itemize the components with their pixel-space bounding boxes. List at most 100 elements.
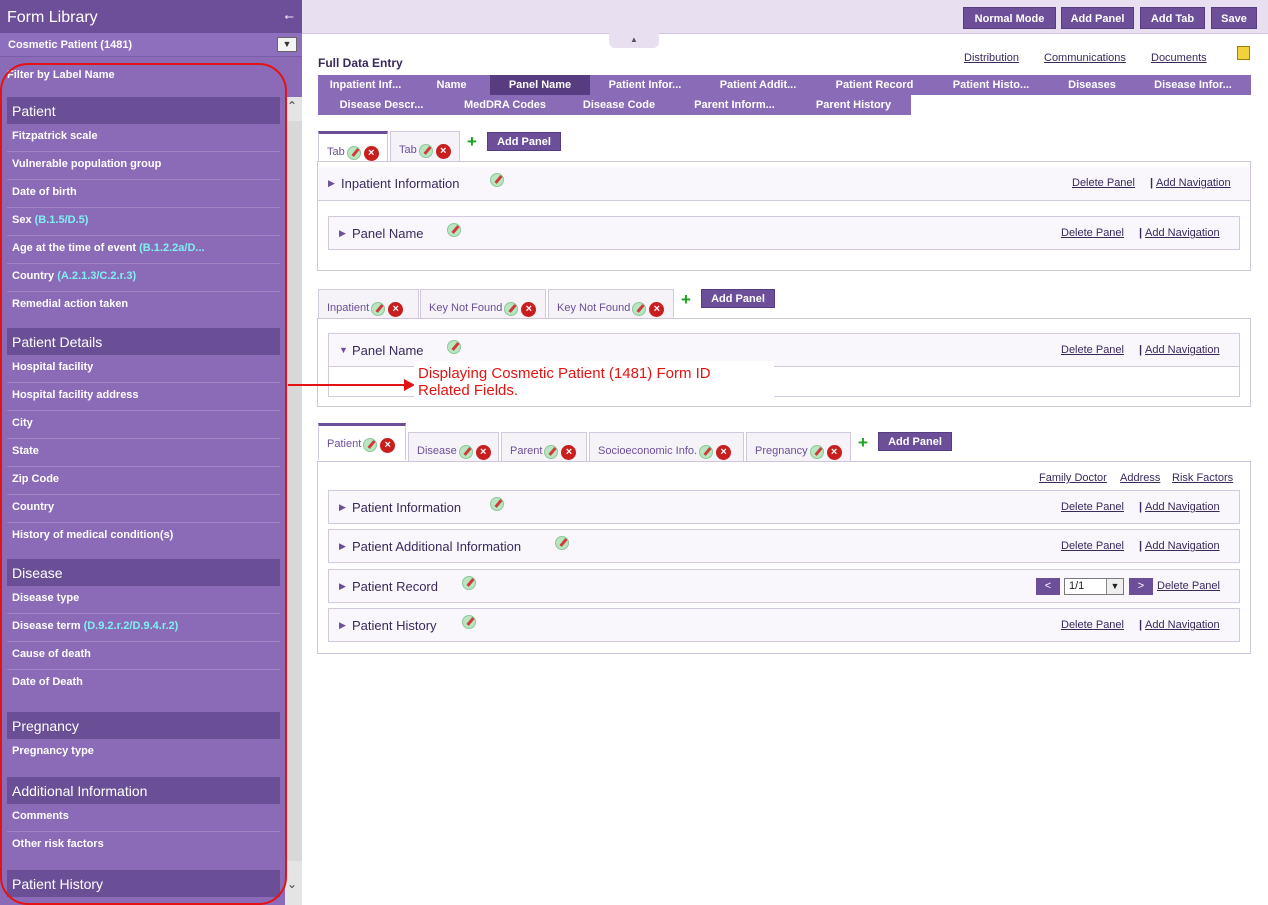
field-item[interactable]: State [7,439,280,467]
field-item[interactable]: Hospital facility [7,355,280,383]
address-link[interactable]: Address [1120,472,1160,484]
edit-icon[interactable] [504,302,519,316]
add-panel-button[interactable]: Add Panel [487,132,561,151]
scroll-up-icon[interactable]: ⌃ [287,99,297,113]
collapse-sidebar-icon[interactable]: ⭠ [284,9,294,24]
edit-icon[interactable] [371,302,386,316]
add-tab-button[interactable]: Add Tab [1140,7,1205,29]
add-navigation-link[interactable]: Add Navigation [1145,619,1220,631]
edit-icon[interactable] [346,146,361,160]
panel-header[interactable]: ▶ Patient Information Delete Panel | Add… [328,490,1240,524]
panel-header[interactable]: ▶ Patient History Delete Panel | Add Nav… [328,608,1240,642]
edit-icon[interactable] [544,445,559,459]
expand-arrow-icon[interactable]: ▶ [339,581,346,592]
close-icon[interactable]: × [435,144,451,159]
page-select[interactable]: 1/1 ▼ [1064,578,1124,595]
edit-icon[interactable] [447,223,461,237]
tab-item[interactable]: Parent × [501,432,587,462]
documents-link[interactable]: Documents [1151,52,1207,64]
delete-panel-link[interactable]: Delete Panel [1061,501,1124,513]
tab-item[interactable]: Pregnancy × [746,432,851,462]
close-icon[interactable]: × [521,302,537,317]
edit-icon[interactable] [490,173,504,187]
risk-factors-link[interactable]: Risk Factors [1172,472,1233,484]
breadcrumb-item[interactable]: Patient Histo... [933,75,1049,95]
close-icon[interactable]: × [388,302,404,317]
field-item[interactable]: Remedial action taken [7,292,280,320]
field-item[interactable]: Zip Code [7,467,280,495]
prev-page-button[interactable]: < [1036,578,1060,595]
tab-item[interactable]: Tab × [390,131,460,161]
tab-item[interactable]: Disease × [408,432,499,462]
close-icon[interactable]: × [826,445,842,460]
close-icon[interactable]: × [716,445,732,460]
edit-icon[interactable] [809,445,824,459]
edit-icon[interactable] [418,144,433,158]
collapse-arrow-icon[interactable]: ▼ [339,345,348,355]
breadcrumb-item[interactable]: MedDRA Codes [445,95,565,115]
scroll-down-icon[interactable]: ⌄ [287,877,297,891]
expand-arrow-icon[interactable]: ▶ [339,620,346,631]
field-item[interactable]: Pregnancy type [7,739,280,767]
breadcrumb-item[interactable]: Name [413,75,490,95]
field-item[interactable]: Other risk factors [7,832,280,860]
scrollbar-track[interactable] [285,121,302,861]
field-item[interactable]: Disease type [7,586,280,614]
sidebar-scrollbar[interactable]: ⌃ ⌄ [285,97,302,905]
collapse-header-icon[interactable]: ▲ [609,33,659,48]
expand-arrow-icon[interactable]: ▶ [328,178,335,189]
filter-area[interactable]: Filter by Label Name [0,57,302,93]
close-icon[interactable]: × [561,445,577,460]
breadcrumb-item[interactable]: Disease Code [565,95,673,115]
normal-mode-button[interactable]: Normal Mode [963,7,1056,29]
tab-item[interactable]: Patient × [318,423,406,460]
clipboard-icon[interactable] [1237,46,1250,60]
field-item[interactable]: Date of birth [7,180,280,208]
breadcrumb-item[interactable]: Inpatient Inf... [318,75,413,95]
field-item[interactable]: Disease term (D.9.2.r.2/D.9.4.r.2) [7,614,280,642]
delete-panel-link[interactable]: Delete Panel [1072,177,1135,189]
add-tab-plus-icon[interactable]: + [467,132,477,152]
edit-icon[interactable] [363,438,378,452]
expand-arrow-icon[interactable]: ▶ [339,228,346,239]
field-item[interactable]: Hospital facility address [7,383,280,411]
field-item[interactable]: Country (A.2.1.3/C.2.r.3) [7,264,280,292]
field-item[interactable]: Age at the time of event (B.1.2.2a/D... [7,236,280,264]
breadcrumb-item[interactable]: Patient Infor... [590,75,700,95]
edit-icon[interactable] [458,445,473,459]
add-navigation-link[interactable]: Add Navigation [1145,344,1220,356]
tab-item[interactable]: Tab × [318,131,388,161]
delete-panel-link[interactable]: Delete Panel [1061,344,1124,356]
field-item[interactable]: Country [7,495,280,523]
breadcrumb-item[interactable]: Parent History [796,95,911,115]
field-item[interactable]: Vulnerable population group [7,152,280,180]
tab-item[interactable]: Inpatient × [318,289,419,319]
breadcrumb-item[interactable]: Disease Infor... [1135,75,1251,95]
panel-header[interactable]: ▶ Patient Record < 1/1 ▼ > Delete Panel [328,569,1240,603]
add-navigation-link[interactable]: Add Navigation [1145,501,1220,513]
tab-item[interactable]: Key Not Found × [420,289,546,319]
panel-header[interactable]: ▶ Inpatient Information Delete Panel | A… [318,167,1250,201]
close-icon[interactable]: × [363,146,379,161]
communications-link[interactable]: Communications [1044,52,1126,64]
field-item[interactable]: City [7,411,280,439]
delete-panel-link[interactable]: Delete Panel [1061,540,1124,552]
add-tab-plus-icon[interactable]: + [681,290,691,310]
close-icon[interactable]: × [380,438,396,453]
field-item[interactable]: History of medical condition(s) [7,523,280,551]
breadcrumb-item-active[interactable]: Panel Name [490,75,590,95]
edit-icon[interactable] [447,340,461,354]
edit-icon[interactable] [632,302,647,316]
add-tab-plus-icon[interactable]: + [858,433,868,453]
tab-item[interactable]: Socioeconomic Info. × [589,432,744,462]
tab-item[interactable]: Key Not Found × [548,289,674,319]
delete-panel-link[interactable]: Delete Panel [1061,227,1124,239]
add-panel-button[interactable]: Add Panel [878,432,952,451]
chevron-down-icon[interactable]: ▼ [1106,579,1123,594]
panel-header[interactable]: ▶ Panel Name Delete Panel | Add Navigati… [328,216,1240,250]
close-icon[interactable]: × [649,302,665,317]
panel-header[interactable]: ▶ Patient Additional Information Delete … [328,529,1240,563]
add-panel-button[interactable]: Add Panel [1061,7,1134,29]
edit-icon[interactable] [699,445,714,459]
field-item[interactable]: Sex (B.1.5/D.5) [7,208,280,236]
